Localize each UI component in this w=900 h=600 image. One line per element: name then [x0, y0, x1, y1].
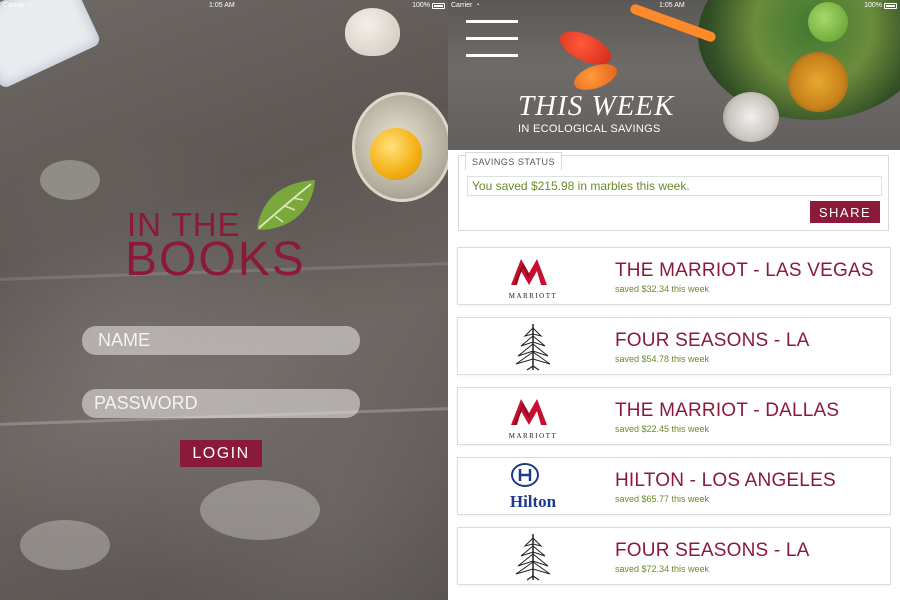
four-seasons-logo — [488, 322, 578, 372]
hilton-logo: Hilton — [488, 462, 578, 512]
hotel-saved-amount: saved $72.34 this week — [615, 564, 710, 574]
spice-bowl-image — [788, 52, 848, 112]
hotel-name: FOUR SEASONS - LA — [615, 330, 810, 351]
savings-message: You saved $215.98 in marbles this week. — [467, 176, 882, 196]
carrier-label: Carrier — [451, 2, 473, 9]
marriott-logo: MARRIOTT — [488, 392, 578, 442]
savings-status-panel: SAVINGS STATUS You saved $215.98 in marb… — [458, 152, 889, 231]
egg-yolk-image — [370, 128, 422, 180]
four-seasons-logo — [488, 532, 578, 582]
four-seasons-tree-icon — [515, 534, 551, 581]
this-week-screen: Carrier ◔ 1:05 AM 100% THIS WEEK IN ECOL… — [448, 0, 900, 600]
hamburger-menu-icon[interactable] — [466, 20, 518, 60]
leaf-icon — [257, 180, 315, 230]
hotel-saved-amount: saved $32.34 this week — [615, 284, 710, 294]
page-subtitle: IN ECOLOGICAL SAVINGS — [518, 123, 661, 135]
marriott-m-icon — [510, 258, 547, 285]
four-seasons-tree-icon — [515, 324, 551, 371]
hotel-card[interactable]: FOUR SEASONS - LA saved $54.78 this week — [457, 317, 891, 375]
battery-icon — [884, 3, 897, 9]
marriott-m-icon — [510, 398, 547, 425]
share-button[interactable]: SHARE — [810, 201, 880, 223]
texture-speck — [40, 160, 100, 200]
marriott-logo-text: MARRIOTT — [508, 291, 558, 300]
hotel-name: THE MARRIOT - LAS VEGAS — [615, 260, 874, 281]
hotel-name: FOUR SEASONS - LA — [615, 540, 810, 561]
page-title: THIS WEEK — [518, 90, 675, 122]
wifi-icon: ◔ — [27, 2, 32, 9]
hilton-logo-text: Hilton — [509, 491, 557, 511]
hotel-name: THE MARRIOT - DALLAS — [615, 400, 840, 421]
salt-bowl-image — [723, 92, 779, 142]
status-bar: Carrier ◔ 1:05 AM 100% — [448, 0, 900, 12]
hilton-h-icon — [510, 462, 539, 487]
flour-bag-image — [0, 0, 102, 90]
marriott-logo: MARRIOTT — [488, 252, 578, 302]
hotel-saved-amount: saved $65.77 this week — [615, 494, 710, 504]
battery-label: 100% — [412, 2, 430, 9]
hotel-name: HILTON - LOS ANGELES — [615, 470, 836, 491]
hotel-card[interactable]: Hilton HILTON - LOS ANGELES saved $65.77… — [457, 457, 891, 515]
login-button[interactable]: LOGIN — [180, 440, 262, 467]
hotel-card[interactable]: MARRIOTT THE MARRIOT - LAS VEGAS saved $… — [457, 247, 891, 305]
hotel-saved-amount: saved $54.78 this week — [615, 354, 710, 364]
hotel-card[interactable]: FOUR SEASONS - LA saved $72.34 this week — [457, 527, 891, 585]
hotel-card[interactable]: MARRIOTT THE MARRIOT - DALLAS saved $22.… — [457, 387, 891, 445]
battery-label: 100% — [864, 2, 882, 9]
app-logo: IN THE BOOKS — [125, 178, 325, 288]
logo-line-2: BOOKS — [125, 233, 306, 286]
status-bar: Carrier ◔ 1:05 AM 100% — [0, 0, 448, 12]
time-label: 1:05 AM — [659, 2, 685, 9]
time-label: 1:05 AM — [209, 2, 235, 9]
wifi-icon: ◔ — [475, 2, 480, 9]
texture-speck — [20, 520, 110, 570]
marriott-logo-text: MARRIOTT — [508, 431, 558, 440]
password-input[interactable] — [82, 389, 360, 418]
eggshell-image — [345, 8, 400, 56]
savings-status-tab: SAVINGS STATUS — [465, 152, 563, 170]
hero-banner: Carrier ◔ 1:05 AM 100% THIS WEEK IN ECOL… — [448, 0, 900, 150]
login-screen: Carrier ◔ 1:05 AM 100% IN THE BOOKS LOGI… — [0, 0, 448, 600]
carrier-label: Carrier — [3, 2, 25, 9]
battery-icon — [432, 3, 445, 9]
hotel-saved-amount: saved $22.45 this week — [615, 424, 710, 434]
name-input[interactable] — [82, 326, 360, 355]
texture-speck — [200, 480, 320, 540]
